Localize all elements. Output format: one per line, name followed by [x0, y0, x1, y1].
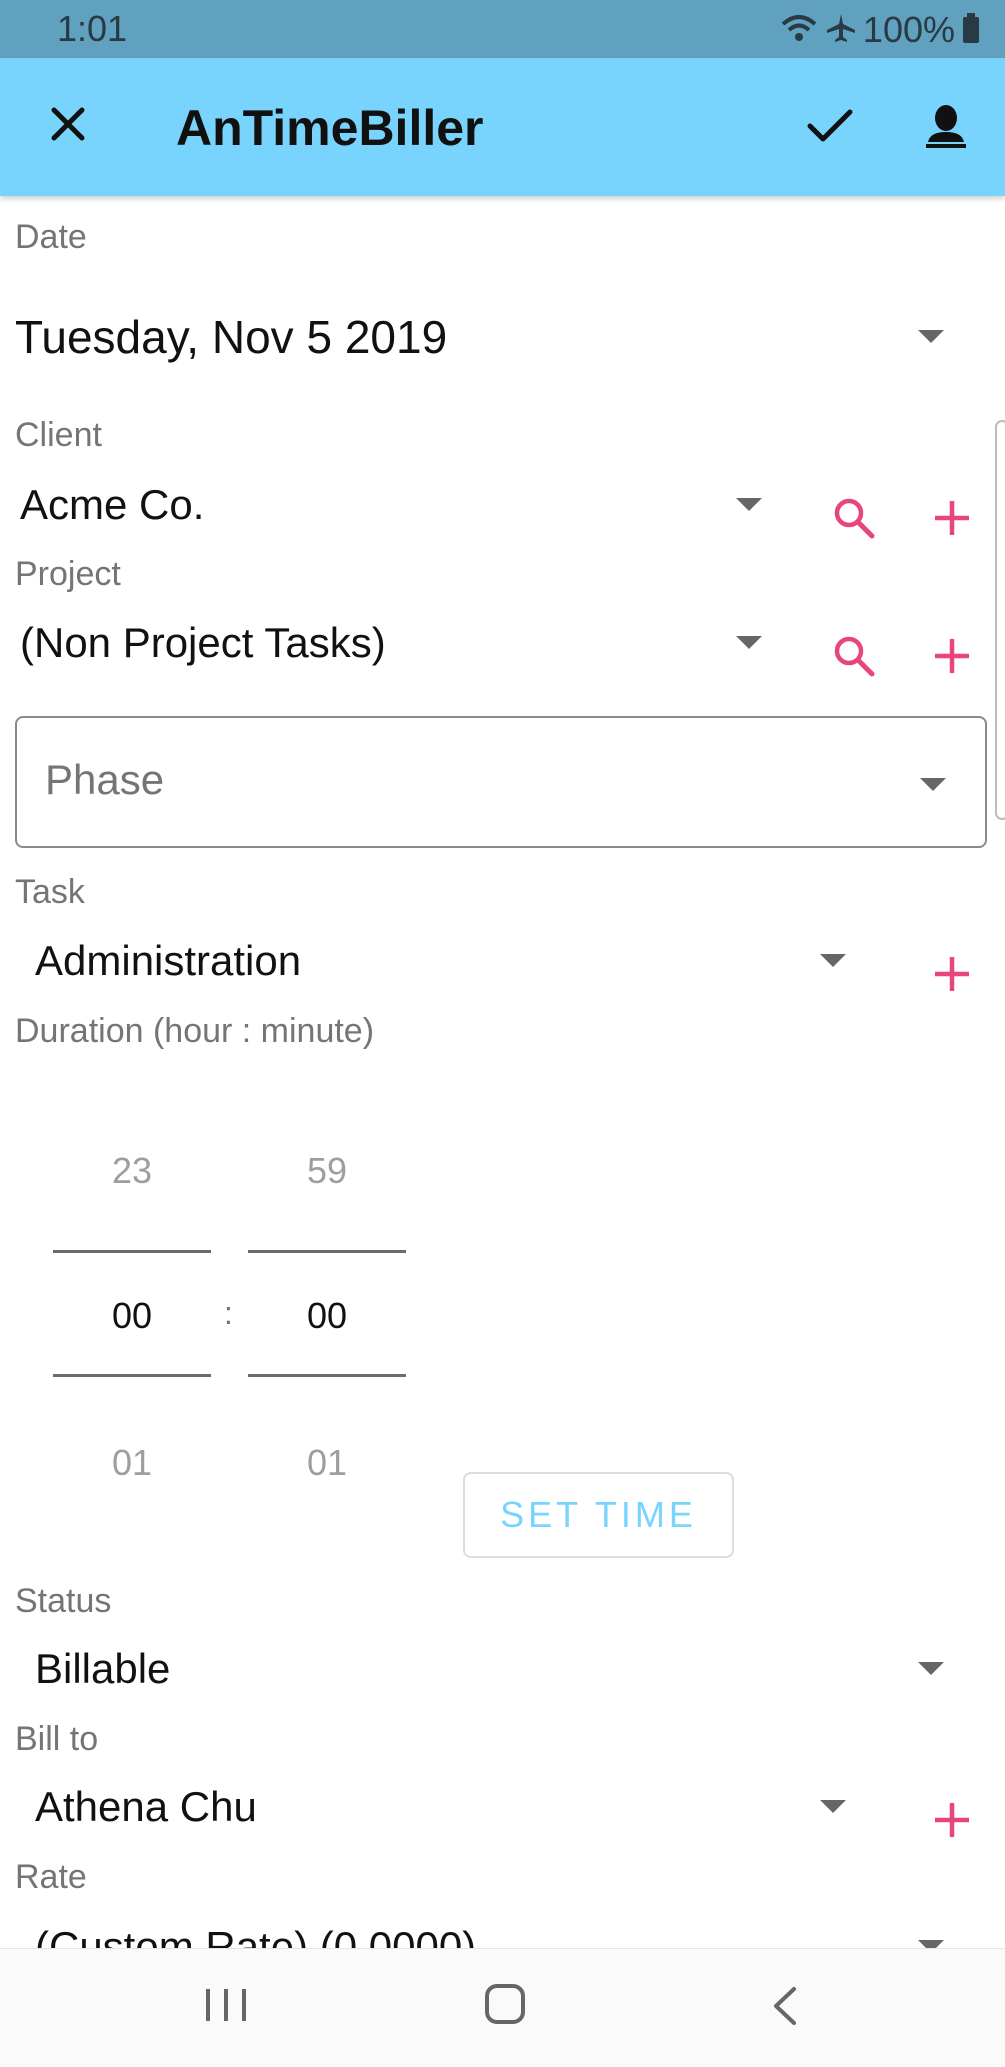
plus-icon [932, 498, 972, 543]
rate-dropdown[interactable]: (Custom Rate) (0.0000) [0, 1918, 990, 1948]
set-time-button[interactable]: SET TIME [463, 1472, 734, 1558]
status-label: Status [15, 1582, 112, 1620]
project-value: (Non Project Tasks) [20, 619, 386, 666]
app-title: AnTimeBiller [176, 100, 484, 156]
bill-to-value: Athena Chu [35, 1783, 257, 1830]
battery-icon [961, 12, 981, 49]
phase-dropdown-icon [920, 778, 946, 791]
hour-prev: 23 [111, 1150, 153, 1191]
add-bill-to-button[interactable] [920, 1790, 984, 1854]
hour-divider-bottom [53, 1374, 211, 1377]
time-separator: : [224, 1295, 233, 1331]
add-project-button[interactable] [920, 626, 984, 690]
client-label: Client [15, 416, 102, 454]
project-search-button[interactable] [822, 626, 886, 690]
task-value: Administration [35, 937, 302, 984]
date-label: Date [15, 218, 87, 256]
hour-picker[interactable]: 23 00 01 [53, 1130, 211, 1490]
recent-apps-button[interactable] [202, 1985, 250, 2025]
home-button[interactable] [484, 1983, 526, 2025]
home-icon [484, 1984, 526, 2029]
profile-icon [922, 102, 970, 155]
bill-to-dropdown-icon [820, 1800, 846, 1813]
battery-percent: 100% [862, 9, 955, 50]
client-dropdown-icon [736, 498, 762, 511]
task-label: Task [15, 873, 85, 911]
bill-to-label: Bill to [15, 1720, 99, 1758]
rate-dropdown-icon [918, 1940, 944, 1948]
hour-next: 01 [111, 1442, 153, 1483]
minute-picker[interactable]: 59 00 01 [248, 1130, 406, 1490]
recent-apps-icon [202, 1989, 250, 2029]
wifi-icon [779, 12, 819, 49]
project-label: Project [15, 555, 121, 593]
scroll-indicator [995, 420, 1005, 820]
minute-current: 00 [306, 1295, 348, 1336]
plus-icon [932, 636, 972, 681]
status-time: 1:01 [57, 8, 128, 49]
minute-divider-top [248, 1250, 406, 1253]
add-client-button[interactable] [920, 488, 984, 552]
project-dropdown-icon [736, 636, 762, 649]
date-dropdown-icon [918, 330, 944, 343]
date-selector[interactable]: Tuesday, Nov 5 2019 [0, 296, 990, 378]
task-dropdown[interactable]: Administration [0, 932, 870, 992]
task-dropdown-icon [820, 954, 846, 967]
client-value: Acme Co. [20, 481, 205, 528]
minute-next: 01 [306, 1442, 348, 1483]
plus-icon [932, 1800, 972, 1845]
hour-divider-top [53, 1250, 211, 1253]
project-dropdown[interactable]: (Non Project Tasks) [0, 614, 780, 674]
status-icons: 100% [779, 8, 981, 52]
duration-label: Duration (hour : minute) [15, 1012, 375, 1050]
add-task-button[interactable] [920, 944, 984, 1008]
close-button[interactable] [40, 98, 96, 154]
date-value: Tuesday, Nov 5 2019 [15, 311, 448, 363]
hour-current: 00 [111, 1295, 153, 1336]
status-value: Billable [35, 1645, 171, 1692]
check-icon [806, 106, 854, 151]
search-icon [832, 634, 876, 683]
rate-label: Rate [15, 1858, 87, 1896]
back-icon [770, 1987, 800, 2031]
profile-button[interactable] [914, 96, 978, 160]
rate-value: (Custom Rate) (0.0000) [35, 1923, 477, 1948]
client-search-button[interactable] [822, 488, 886, 552]
close-icon [48, 104, 88, 149]
bill-to-dropdown[interactable]: Athena Chu [0, 1778, 870, 1838]
airplane-icon [825, 12, 857, 49]
plus-icon [932, 954, 972, 999]
save-button[interactable] [800, 98, 860, 158]
minute-divider-bottom [248, 1374, 406, 1377]
status-dropdown-icon [918, 1662, 944, 1675]
back-button[interactable] [770, 1985, 800, 2027]
phase-placeholder: Phase [45, 756, 165, 803]
phase-dropdown[interactable]: Phase [15, 716, 987, 848]
search-icon [832, 496, 876, 545]
status-dropdown[interactable]: Billable [0, 1640, 990, 1700]
minute-prev: 59 [306, 1150, 348, 1191]
client-dropdown[interactable]: Acme Co. [0, 476, 780, 536]
